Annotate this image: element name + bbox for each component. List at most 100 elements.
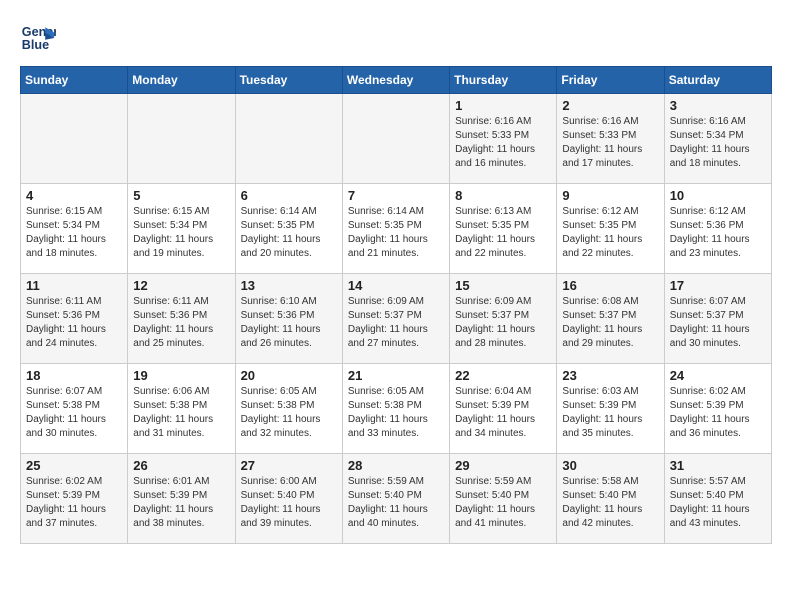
day-header-tuesday: Tuesday (235, 67, 342, 94)
day-number: 8 (455, 188, 551, 203)
calendar-cell: 27Sunrise: 6:00 AM Sunset: 5:40 PM Dayli… (235, 454, 342, 544)
calendar-week-4: 18 Sunrise: 6:07 AM Sunset: 5:38 PM Dayli… (21, 364, 772, 454)
day-info: Sunrise: 6:15 AM Sunset: 5:34 PM Dayligh… (26, 205, 122, 261)
calendar-cell (128, 94, 235, 184)
calendar-cell: 25 Sunrise: 6:02 AM Sunset: 5:39 PM Dayli… (21, 454, 128, 544)
day-number: 11 (26, 278, 122, 293)
day-number: 27 (241, 458, 337, 473)
day-number: 1 (455, 98, 551, 113)
calendar-cell: 21 Sunrise: 6:05 AM Sunset: 5:38 PM Dayli… (342, 364, 449, 454)
day-number: 2 (562, 98, 658, 113)
day-info: Sunrise: 5:58 AM Sunset: 5:40 PM Dayligh… (562, 475, 658, 531)
day-info: Sunrise: 6:08 AM Sunset: 5:37 PM Dayligh… (562, 295, 658, 351)
day-header-wednesday: Wednesday (342, 67, 449, 94)
svg-text:Blue: Blue (22, 38, 49, 52)
calendar-cell: 7 Sunrise: 6:14 AM Sunset: 5:35 PM Daylig… (342, 184, 449, 274)
day-info: Sunrise: 6:16 AM Sunset: 5:33 PM Dayligh… (562, 115, 658, 171)
calendar-cell: 28Sunrise: 5:59 AM Sunset: 5:40 PM Dayli… (342, 454, 449, 544)
day-info: Sunrise: 6:07 AM Sunset: 5:38 PM Dayligh… (26, 385, 122, 441)
day-info: Sunrise: 6:02 AM Sunset: 5:39 PM Dayligh… (670, 385, 766, 441)
calendar-cell: 19 Sunrise: 6:06 AM Sunset: 5:38 PM Dayli… (128, 364, 235, 454)
day-number: 23 (562, 368, 658, 383)
day-header-saturday: Saturday (664, 67, 771, 94)
day-info: Sunrise: 6:12 AM Sunset: 5:36 PM Dayligh… (670, 205, 766, 261)
day-header-thursday: Thursday (450, 67, 557, 94)
day-info: Sunrise: 6:05 AM Sunset: 5:38 PM Dayligh… (241, 385, 337, 441)
calendar-week-2: 4 Sunrise: 6:15 AM Sunset: 5:34 PM Daylig… (21, 184, 772, 274)
day-info: Sunrise: 6:02 AM Sunset: 5:39 PM Dayligh… (26, 475, 122, 531)
day-number: 18 (26, 368, 122, 383)
day-number: 14 (348, 278, 444, 293)
day-info: Sunrise: 6:11 AM Sunset: 5:36 PM Dayligh… (133, 295, 229, 351)
calendar-week-5: 25 Sunrise: 6:02 AM Sunset: 5:39 PM Dayli… (21, 454, 772, 544)
calendar-cell: 24 Sunrise: 6:02 AM Sunset: 5:39 PM Dayli… (664, 364, 771, 454)
logo-icon: General Blue (20, 20, 56, 56)
calendar-cell: 12Sunrise: 6:11 AM Sunset: 5:36 PM Dayli… (128, 274, 235, 364)
day-info: Sunrise: 6:03 AM Sunset: 5:39 PM Dayligh… (562, 385, 658, 441)
calendar-cell: 18 Sunrise: 6:07 AM Sunset: 5:38 PM Dayli… (21, 364, 128, 454)
calendar-cell: 1 Sunrise: 6:16 AM Sunset: 5:33 PM Daylig… (450, 94, 557, 184)
day-info: Sunrise: 6:16 AM Sunset: 5:33 PM Dayligh… (455, 115, 551, 171)
calendar-cell: 10 Sunrise: 6:12 AM Sunset: 5:36 PM Dayli… (664, 184, 771, 274)
calendar-cell: 9Sunrise: 6:12 AM Sunset: 5:35 PM Daylig… (557, 184, 664, 274)
calendar-cell: 31 Sunrise: 5:57 AM Sunset: 5:40 PM Dayli… (664, 454, 771, 544)
calendar-cell: 13Sunrise: 6:10 AM Sunset: 5:36 PM Dayli… (235, 274, 342, 364)
day-header-friday: Friday (557, 67, 664, 94)
day-number: 28 (348, 458, 444, 473)
day-number: 25 (26, 458, 122, 473)
day-header-sunday: Sunday (21, 67, 128, 94)
day-info: Sunrise: 6:15 AM Sunset: 5:34 PM Dayligh… (133, 205, 229, 261)
day-number: 26 (133, 458, 229, 473)
calendar-cell: 26 Sunrise: 6:01 AM Sunset: 5:39 PM Dayli… (128, 454, 235, 544)
day-number: 10 (670, 188, 766, 203)
calendar-cell: 3 Sunrise: 6:16 AM Sunset: 5:34 PM Daylig… (664, 94, 771, 184)
logo: General Blue (20, 20, 60, 56)
day-info: Sunrise: 6:06 AM Sunset: 5:38 PM Dayligh… (133, 385, 229, 441)
calendar-cell: 6 Sunrise: 6:14 AM Sunset: 5:35 PM Daylig… (235, 184, 342, 274)
calendar-cell: 30Sunrise: 5:58 AM Sunset: 5:40 PM Dayli… (557, 454, 664, 544)
day-number: 29 (455, 458, 551, 473)
day-number: 19 (133, 368, 229, 383)
day-info: Sunrise: 6:14 AM Sunset: 5:35 PM Dayligh… (348, 205, 444, 261)
day-info: Sunrise: 6:09 AM Sunset: 5:37 PM Dayligh… (348, 295, 444, 351)
day-number: 16 (562, 278, 658, 293)
calendar-cell: 29 Sunrise: 5:59 AM Sunset: 5:40 PM Dayli… (450, 454, 557, 544)
calendar-week-3: 11 Sunrise: 6:11 AM Sunset: 5:36 PM Dayli… (21, 274, 772, 364)
day-info: Sunrise: 6:05 AM Sunset: 5:38 PM Dayligh… (348, 385, 444, 441)
calendar-cell: 22Sunrise: 6:04 AM Sunset: 5:39 PM Dayli… (450, 364, 557, 454)
day-number: 15 (455, 278, 551, 293)
day-number: 4 (26, 188, 122, 203)
day-number: 7 (348, 188, 444, 203)
calendar-cell: 17Sunrise: 6:07 AM Sunset: 5:37 PM Dayli… (664, 274, 771, 364)
calendar-cell (21, 94, 128, 184)
day-number: 6 (241, 188, 337, 203)
day-info: Sunrise: 6:10 AM Sunset: 5:36 PM Dayligh… (241, 295, 337, 351)
day-number: 5 (133, 188, 229, 203)
day-header-monday: Monday (128, 67, 235, 94)
day-info: Sunrise: 5:57 AM Sunset: 5:40 PM Dayligh… (670, 475, 766, 531)
day-number: 31 (670, 458, 766, 473)
day-info: Sunrise: 6:01 AM Sunset: 5:39 PM Dayligh… (133, 475, 229, 531)
day-number: 21 (348, 368, 444, 383)
calendar-table: SundayMondayTuesdayWednesdayThursdayFrid… (20, 66, 772, 544)
calendar-cell: 2 Sunrise: 6:16 AM Sunset: 5:33 PM Daylig… (557, 94, 664, 184)
calendar-cell: 5 Sunrise: 6:15 AM Sunset: 5:34 PM Daylig… (128, 184, 235, 274)
day-number: 20 (241, 368, 337, 383)
day-number: 3 (670, 98, 766, 113)
calendar-cell (235, 94, 342, 184)
calendar-cell: 4 Sunrise: 6:15 AM Sunset: 5:34 PM Daylig… (21, 184, 128, 274)
calendar-cell: 14 Sunrise: 6:09 AM Sunset: 5:37 PM Dayli… (342, 274, 449, 364)
day-number: 22 (455, 368, 551, 383)
calendar-cell: 16 Sunrise: 6:08 AM Sunset: 5:37 PM Dayli… (557, 274, 664, 364)
day-info: Sunrise: 5:59 AM Sunset: 5:40 PM Dayligh… (455, 475, 551, 531)
day-info: Sunrise: 6:14 AM Sunset: 5:35 PM Dayligh… (241, 205, 337, 261)
day-number: 24 (670, 368, 766, 383)
calendar-cell: 15 Sunrise: 6:09 AM Sunset: 5:37 PM Dayli… (450, 274, 557, 364)
day-number: 9 (562, 188, 658, 203)
calendar-cell: 8Sunrise: 6:13 AM Sunset: 5:35 PM Daylig… (450, 184, 557, 274)
calendar-cell: 23 Sunrise: 6:03 AM Sunset: 5:39 PM Dayli… (557, 364, 664, 454)
page-header: General Blue (20, 20, 772, 56)
day-info: Sunrise: 6:16 AM Sunset: 5:34 PM Dayligh… (670, 115, 766, 171)
calendar-header: SundayMondayTuesdayWednesdayThursdayFrid… (21, 67, 772, 94)
day-info: Sunrise: 6:09 AM Sunset: 5:37 PM Dayligh… (455, 295, 551, 351)
